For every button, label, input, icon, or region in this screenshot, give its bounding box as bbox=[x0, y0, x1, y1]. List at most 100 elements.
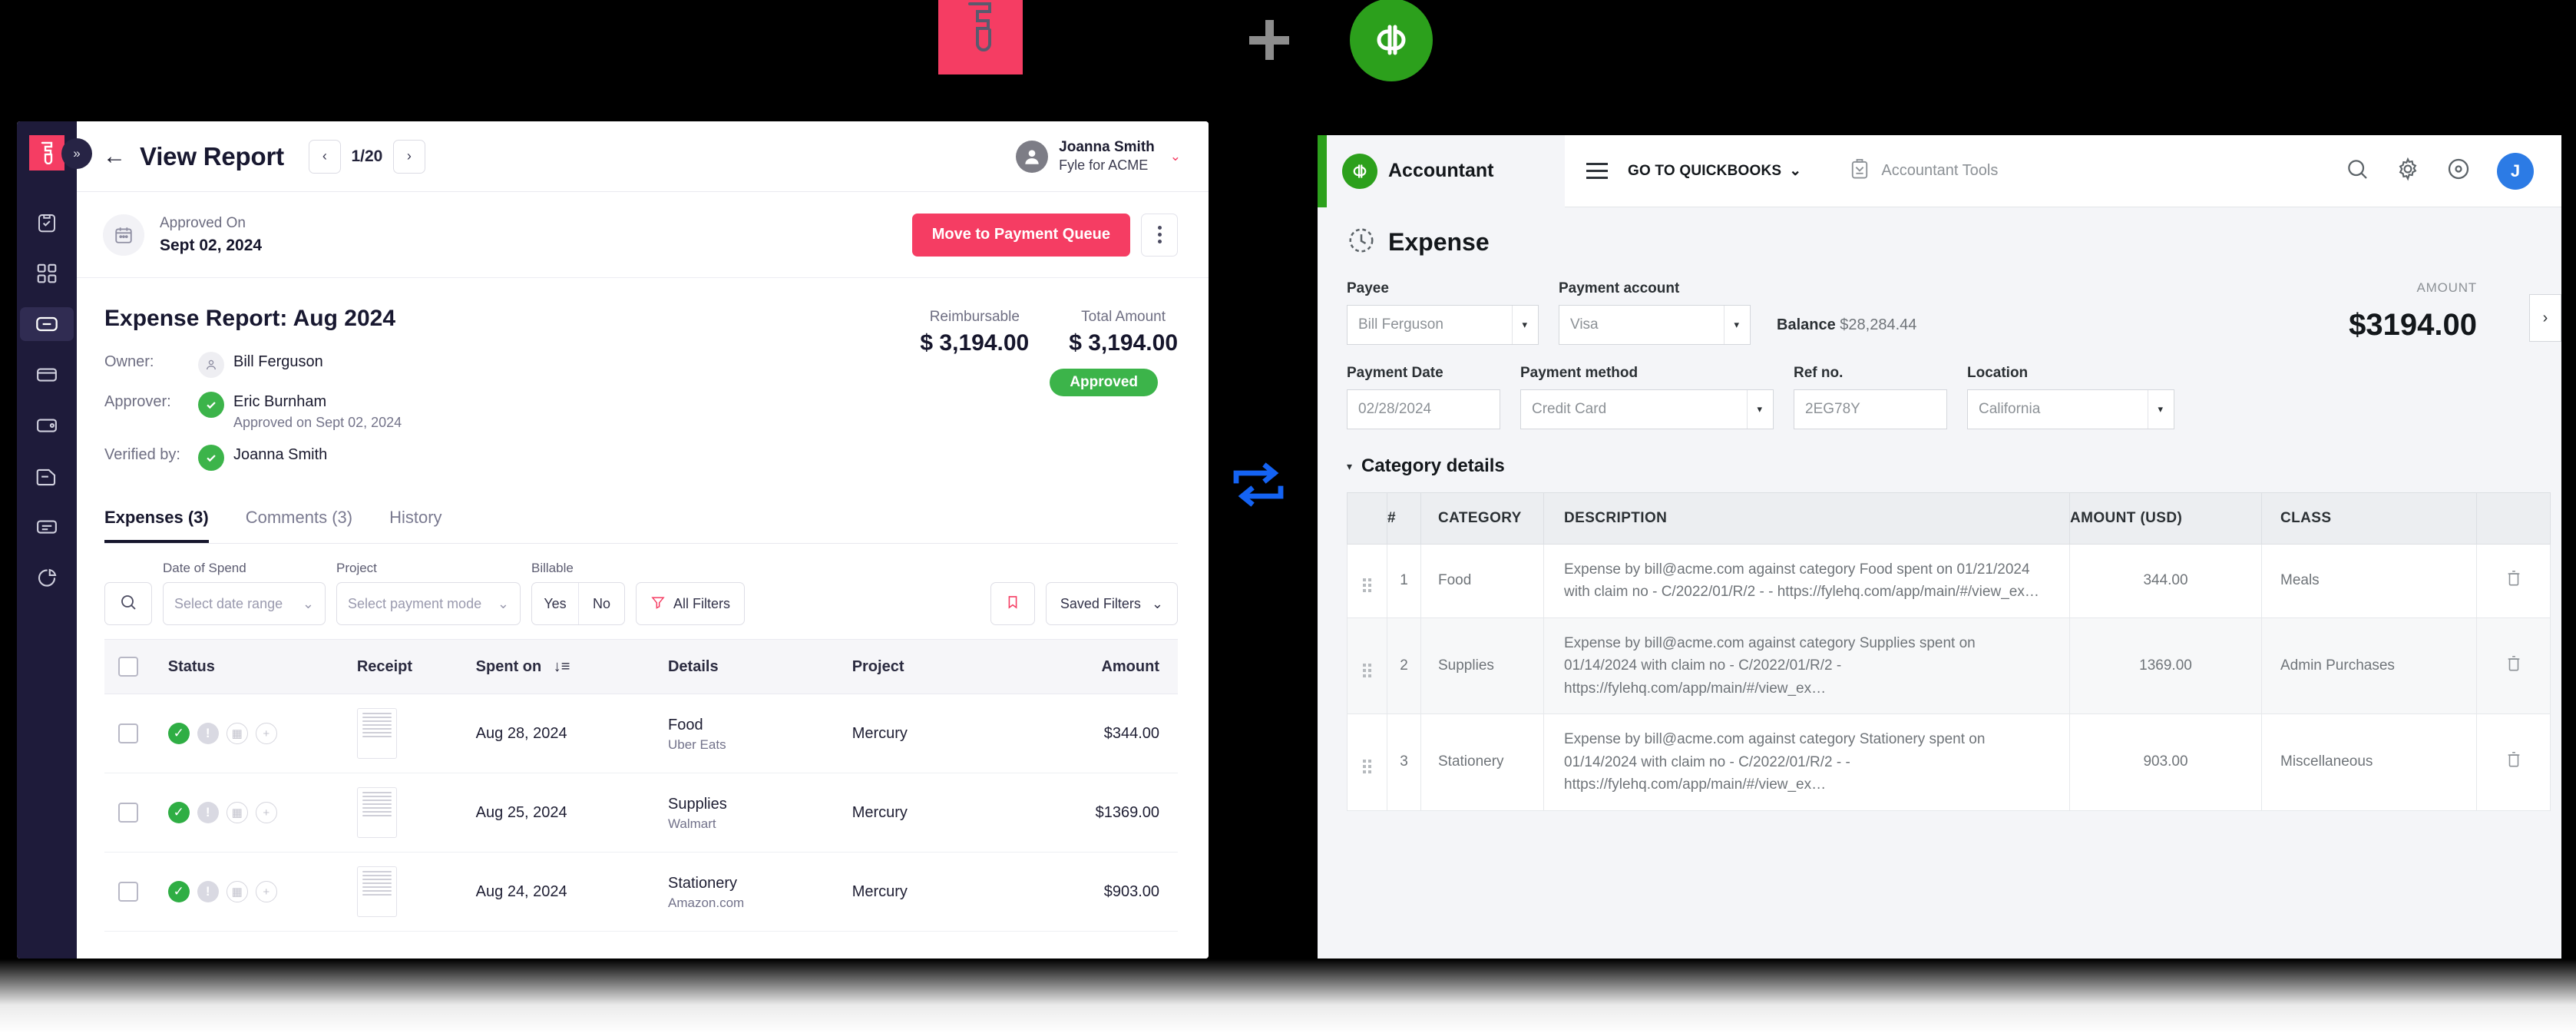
fyle-sidebar-logo[interactable] bbox=[29, 135, 64, 171]
billable-label: Billable bbox=[531, 561, 574, 575]
project-select[interactable]: Select payment mode ⌄ bbox=[336, 582, 521, 625]
search-icon[interactable] bbox=[2345, 157, 2369, 185]
accountant-tools-menu[interactable]: Accountant Tools bbox=[1849, 157, 1998, 185]
table-row[interactable]: 3 Stationery Expense by bill@acme.com ag… bbox=[1347, 713, 2551, 811]
header-status[interactable]: Status bbox=[167, 639, 357, 694]
header-spent-on[interactable]: Spent on ↓≡ bbox=[475, 639, 668, 694]
row-grip-cell[interactable] bbox=[1347, 617, 1387, 715]
go-to-quickbooks-menu[interactable]: GO TO QUICKBOOKS ⌄ bbox=[1628, 162, 1801, 180]
table-row[interactable]: ✓ ! ▦ + Aug 24, 2024 Stationery Amazon.c… bbox=[104, 852, 1178, 932]
row-description[interactable]: Expense by bill@acme.com against categor… bbox=[1543, 713, 2070, 811]
row-class[interactable]: Meals bbox=[2261, 544, 2477, 618]
sidebar-item-dashboard[interactable] bbox=[20, 257, 74, 290]
avatar[interactable]: J bbox=[2497, 152, 2534, 190]
category-details-table: # CATEGORY DESCRIPTION AMOUNT (USD) CLAS… bbox=[1347, 492, 2551, 811]
sidebar-item-analytics[interactable] bbox=[20, 561, 74, 594]
tab-history[interactable]: History bbox=[389, 508, 441, 543]
payment-account-value: Visa bbox=[1570, 316, 1599, 333]
drag-handle-icon bbox=[1363, 664, 1371, 678]
payment-date-input[interactable]: 02/28/2024 bbox=[1347, 389, 1500, 429]
row-checkbox[interactable] bbox=[118, 882, 138, 902]
qb-brand-block[interactable]: Accountant bbox=[1318, 135, 1565, 207]
table-row[interactable]: 1 Food Expense by bill@acme.com against … bbox=[1347, 544, 2551, 618]
sidebar-item-approvals[interactable] bbox=[20, 206, 74, 240]
gear-icon[interactable] bbox=[2396, 157, 2420, 185]
saved-filters-dropdown[interactable]: Saved Filters ⌄ bbox=[1045, 582, 1178, 625]
more-actions-button[interactable] bbox=[1141, 213, 1178, 257]
tab-expenses[interactable]: Expenses (3) bbox=[104, 508, 209, 543]
reimbursable-block: Reimbursable $ 3,194.00 bbox=[920, 309, 1029, 356]
all-filters-spacer bbox=[636, 561, 745, 576]
row-category[interactable]: Supplies bbox=[1420, 617, 1544, 715]
row-class[interactable]: Admin Purchases bbox=[2261, 617, 2477, 715]
sidebar-expand-button[interactable]: » bbox=[61, 138, 92, 169]
row-category[interactable]: Food bbox=[1420, 544, 1544, 618]
row-delete-cell[interactable] bbox=[2476, 617, 2551, 715]
row-checkbox-cell bbox=[104, 694, 168, 773]
row-description[interactable]: Expense by bill@acme.com against categor… bbox=[1543, 617, 2070, 715]
row-category[interactable]: Stationery bbox=[1420, 713, 1544, 811]
receipt-thumbnail bbox=[356, 787, 397, 838]
sidebar-item-cards[interactable] bbox=[20, 358, 74, 392]
row-number: 1 bbox=[1387, 544, 1421, 618]
table-row[interactable]: ✓ ! ▦ + Aug 28, 2024 Food Uber Eats Merc… bbox=[104, 694, 1178, 773]
row-class[interactable]: Miscellaneous bbox=[2261, 713, 2477, 811]
hamburger-icon[interactable] bbox=[1586, 163, 1608, 179]
header-actions bbox=[2476, 492, 2551, 545]
category-details-toggle[interactable]: ▾ Category details bbox=[1318, 429, 2561, 492]
row-amount[interactable]: 903.00 bbox=[2069, 713, 2262, 811]
ref-no-input[interactable]: 2EG78Y bbox=[1794, 389, 1947, 429]
header-number: # bbox=[1387, 492, 1421, 545]
row-grip-cell[interactable] bbox=[1347, 544, 1387, 618]
user-menu[interactable]: Joanna Smith Fyle for ACME ⌄ bbox=[1016, 138, 1181, 174]
user-full-name: Joanna Smith bbox=[1059, 139, 1155, 156]
tab-comments[interactable]: Comments (3) bbox=[246, 508, 352, 543]
detail-merchant: Walmart bbox=[667, 816, 716, 831]
pager-next-button[interactable]: › bbox=[392, 139, 425, 174]
row-receipt-cell[interactable] bbox=[356, 852, 476, 932]
billable-toggle[interactable]: Yes No bbox=[531, 582, 625, 625]
select-all-checkbox[interactable] bbox=[118, 657, 138, 677]
all-filters-button[interactable]: All Filters bbox=[636, 582, 746, 625]
move-to-payment-queue-button[interactable]: Move to Payment Queue bbox=[911, 213, 1130, 257]
row-checkbox[interactable] bbox=[118, 723, 138, 743]
expand-panel-button[interactable]: › bbox=[2529, 294, 2561, 342]
row-spent-on-cell: Aug 25, 2024 bbox=[475, 773, 668, 853]
arrow-left-icon[interactable]: ← bbox=[103, 144, 126, 168]
payee-select[interactable]: Bill Ferguson ▾ bbox=[1347, 305, 1539, 345]
approved-on-label: Approved On bbox=[160, 214, 246, 231]
table-row[interactable]: ✓ ! ▦ + Aug 25, 2024 Supplies Walmart Me… bbox=[104, 773, 1178, 853]
billable-yes-option[interactable]: Yes bbox=[532, 583, 578, 624]
fyle-topbar: ← View Report ‹ 1/20 › Joanna Smith Fyle… bbox=[77, 121, 1209, 192]
help-circle-icon[interactable] bbox=[2446, 157, 2471, 185]
date-range-select[interactable]: Select date range ⌄ bbox=[163, 582, 326, 625]
row-amount[interactable]: 344.00 bbox=[2069, 544, 2262, 618]
row-amount[interactable]: 1369.00 bbox=[2069, 617, 2262, 715]
row-description[interactable]: Expense by bill@acme.com against categor… bbox=[1543, 544, 2070, 618]
header-amount[interactable]: Amount bbox=[1023, 639, 1178, 694]
header-receipt[interactable]: Receipt bbox=[356, 639, 476, 694]
bookmark-button[interactable] bbox=[990, 582, 1035, 625]
table-row[interactable]: 2 Supplies Expense by bill@acme.com agai… bbox=[1347, 617, 2551, 715]
header-project[interactable]: Project bbox=[852, 639, 1023, 694]
row-grip-cell[interactable] bbox=[1347, 713, 1387, 811]
row-delete-cell[interactable] bbox=[2476, 713, 2551, 811]
sidebar-item-invoices[interactable] bbox=[20, 459, 74, 493]
row-delete-cell[interactable] bbox=[2476, 544, 2551, 618]
sidebar-item-reports[interactable] bbox=[20, 307, 74, 341]
sidebar-item-advances[interactable] bbox=[20, 510, 74, 544]
search-input[interactable] bbox=[104, 582, 152, 625]
header-details[interactable]: Details bbox=[667, 639, 852, 694]
billable-no-option[interactable]: No bbox=[578, 583, 624, 624]
payment-account-select[interactable]: Visa ▾ bbox=[1559, 305, 1751, 345]
payment-method-select[interactable]: Credit Card ▾ bbox=[1520, 389, 1774, 429]
row-receipt-cell[interactable] bbox=[356, 773, 476, 853]
row-receipt-cell[interactable] bbox=[356, 694, 476, 773]
list-icon bbox=[35, 515, 58, 538]
row-checkbox[interactable] bbox=[118, 803, 138, 823]
expenses-table: Status Receipt Spent on ↓≡ Details Proje… bbox=[104, 639, 1178, 932]
screenshot-stage: » ← View Report ‹ 1/20 › Joanna Smith Fy… bbox=[0, 0, 2576, 1033]
sidebar-item-wallet[interactable] bbox=[20, 409, 74, 442]
pager-prev-button[interactable]: ‹ bbox=[308, 139, 341, 174]
location-select[interactable]: California ▾ bbox=[1967, 389, 2174, 429]
